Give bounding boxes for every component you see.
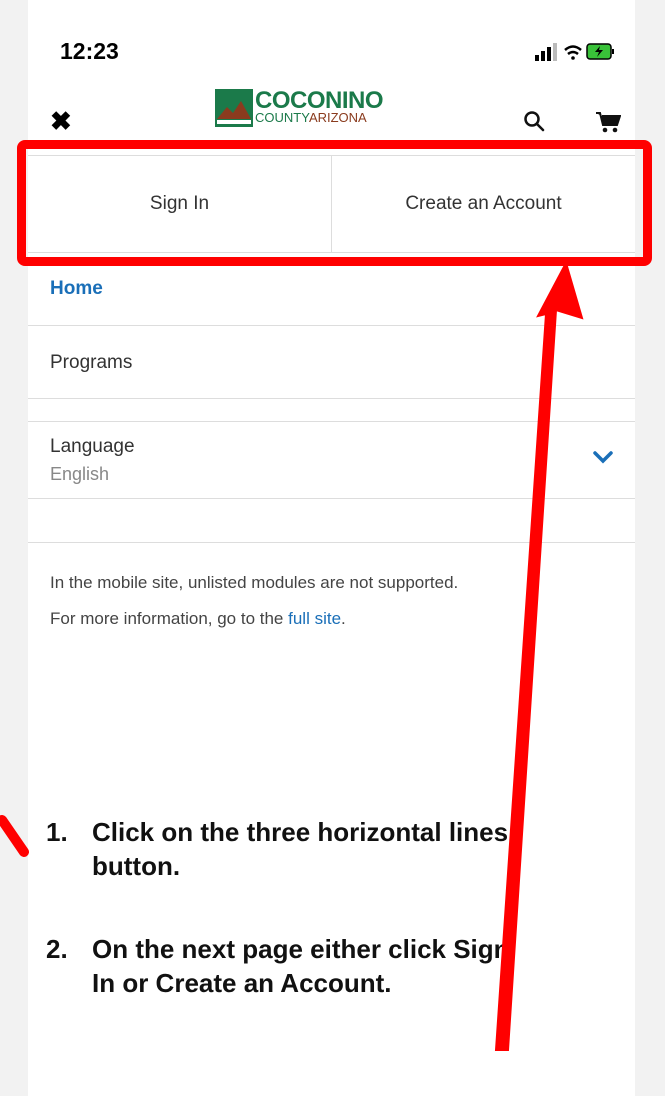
annotation-overlay — [0, 260, 584, 1051]
red-arrow — [494, 260, 584, 1051]
red-arrow-stub — [0, 815, 29, 857]
